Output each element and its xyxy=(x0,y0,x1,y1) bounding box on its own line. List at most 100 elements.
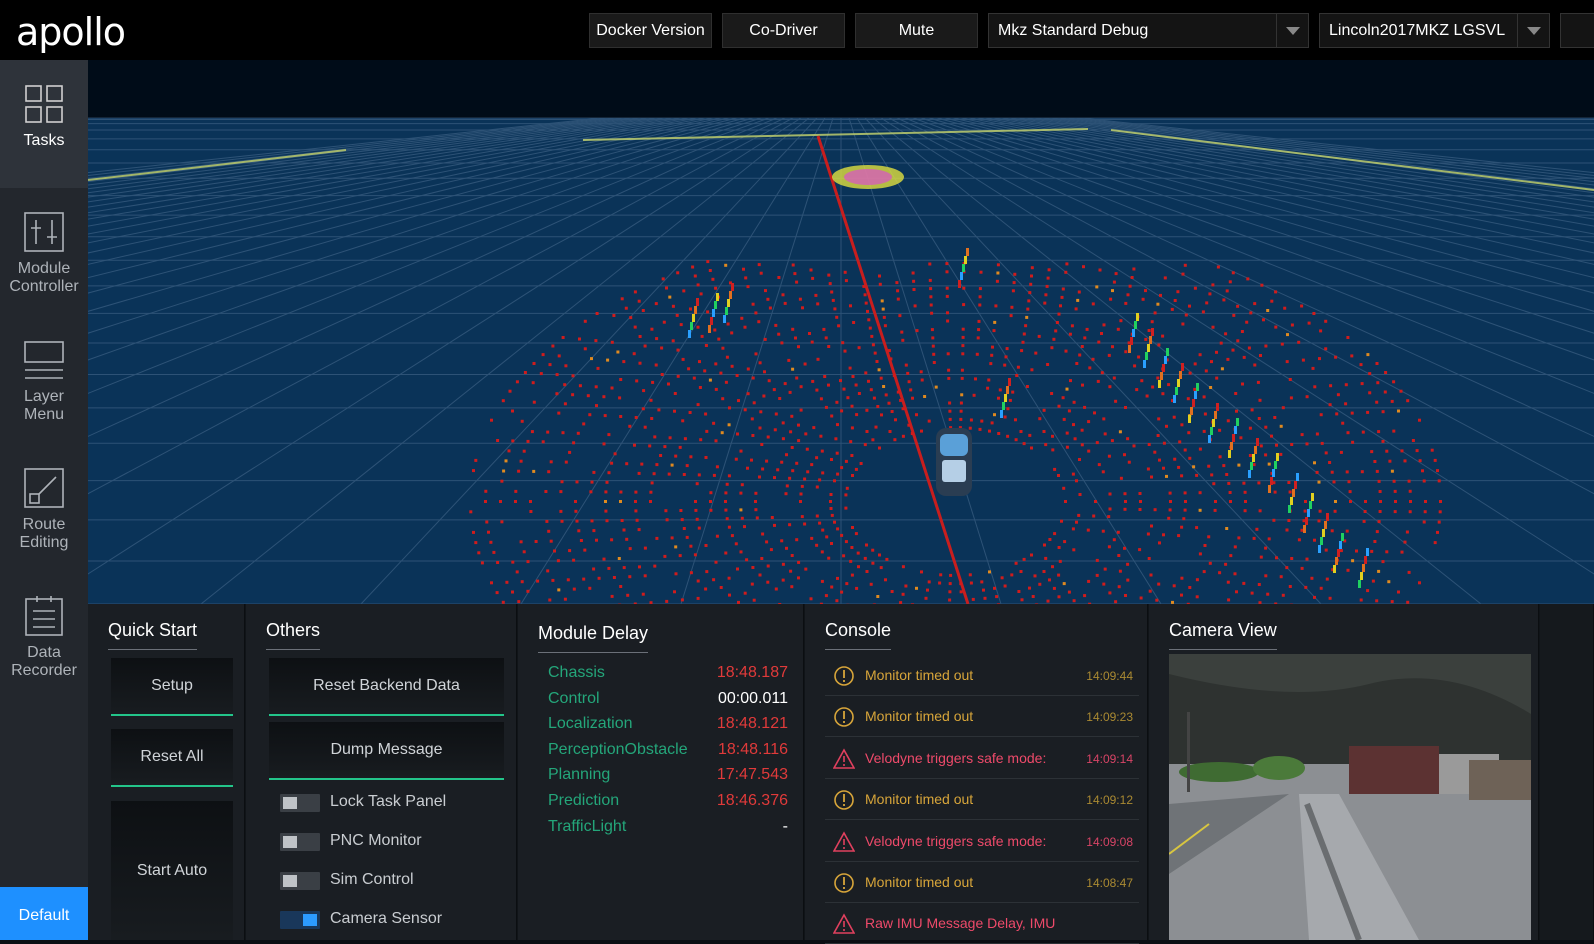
route-icon xyxy=(22,466,66,510)
console-message: Monitor timed out14:08:47 xyxy=(825,862,1139,903)
ego-vehicle xyxy=(936,428,972,496)
console-message-time: 14:09:08 xyxy=(1086,835,1133,849)
apollo-logo: apollo xyxy=(16,10,125,54)
map-select[interactable] xyxy=(1560,13,1594,48)
lock-task-panel-label: Lock Task Panel xyxy=(330,793,446,811)
sidebar-item-label: Module xyxy=(18,260,70,278)
console-panel: Console Monitor timed out14:09:44Monitor… xyxy=(805,604,1148,940)
setup-button[interactable]: Setup xyxy=(111,658,233,716)
vehicle-select[interactable]: Lincoln2017MKZ LGSVL xyxy=(1319,13,1550,48)
module-name: Control xyxy=(548,690,600,708)
sidebar-item-label: Recorder xyxy=(11,662,77,680)
warning-circle-icon xyxy=(833,706,855,728)
sidebar-item-tasks[interactable]: Tasks xyxy=(0,60,88,188)
module-delay-panel: Module Delay Chassis 18:48.187 Control 00:0… xyxy=(518,604,804,940)
tasks-panel: Quick Start Setup Reset All Start Auto O… xyxy=(88,604,1594,940)
camera-view-title: Camera View xyxy=(1169,620,1277,650)
console-message-text: Raw IMU Message Delay, IMU xyxy=(865,915,1055,931)
chevron-down-icon[interactable] xyxy=(1517,14,1549,47)
mute-button[interactable]: Mute xyxy=(855,13,978,48)
sidebar-item-label: Layer xyxy=(24,388,64,406)
console-message-text: Velodyne triggers safe mode: xyxy=(865,750,1046,766)
module-name: Localization xyxy=(548,715,633,733)
pnc-monitor-toggle[interactable] xyxy=(280,833,320,851)
console-message-time: 14:09:44 xyxy=(1086,669,1133,683)
module-delay-value: 18:46.376 xyxy=(717,792,788,810)
others-title: Others xyxy=(266,620,320,650)
console-message-time: 14:09:23 xyxy=(1086,710,1133,724)
sim-control-toggle[interactable] xyxy=(280,872,320,890)
warning-circle-icon xyxy=(833,789,855,811)
console-message: Monitor timed out 14:09:23 xyxy=(825,696,1139,737)
console-message: Monitor timed out 14:09:12 xyxy=(825,779,1139,820)
sim-control-label: Sim Control xyxy=(330,871,414,889)
console-message-text: Velodyne triggers safe mode: xyxy=(865,833,1046,849)
reset-all-button[interactable]: Reset All xyxy=(111,729,233,787)
console-title: Console xyxy=(825,620,891,650)
error-triangle-icon xyxy=(833,913,855,935)
module-name: PerceptionObstacle xyxy=(548,741,688,759)
sidebar: Tasks Module Controller Layer Menu Route… xyxy=(0,60,88,940)
quick-start-panel: Quick Start Setup Reset All Start Auto xyxy=(88,604,245,940)
console-message: Velodyne triggers safe mode: 14:09:14 xyxy=(825,738,1139,779)
docker-version-button[interactable]: Docker Version xyxy=(589,13,712,48)
lock-task-panel-toggle[interactable] xyxy=(280,794,320,812)
start-auto-button[interactable]: Start Auto xyxy=(111,801,233,940)
warning-circle-icon xyxy=(833,872,855,894)
console-message: Monitor timed out 14:09:44 xyxy=(825,655,1139,696)
module-name: Chassis xyxy=(548,664,605,682)
module-delay-value: - xyxy=(783,818,788,836)
grid-icon xyxy=(22,82,66,126)
layers-icon xyxy=(22,338,66,382)
quick-start-title: Quick Start xyxy=(108,620,197,650)
module-delay-title: Module Delay xyxy=(538,623,648,653)
sidebar-item-module-controller[interactable]: Module Controller xyxy=(0,188,88,316)
error-triangle-icon xyxy=(833,748,855,770)
camera-view-panel: Camera View xyxy=(1149,604,1539,940)
pnc-monitor-label: PNC Monitor xyxy=(330,832,422,850)
console-message-time: 14:09:12 xyxy=(1086,793,1133,807)
mode-select[interactable]: Mkz Standard Debug xyxy=(988,13,1309,48)
sliders-icon xyxy=(22,210,66,254)
console-message-time: 14:08:47 xyxy=(1086,876,1133,890)
camera-sensor-toggle[interactable] xyxy=(280,911,320,929)
chevron-down-icon[interactable] xyxy=(1276,14,1308,47)
default-button[interactable]: Default xyxy=(0,887,88,940)
module-name: TrafficLight xyxy=(548,818,626,836)
mode-select-value: Mkz Standard Debug xyxy=(998,22,1148,40)
console-message-time: 14:09:14 xyxy=(1086,752,1133,766)
sidebar-item-route-editing[interactable]: Route Editing xyxy=(0,444,88,572)
others-panel: Others Reset Backend Data Dump Message L… xyxy=(246,604,517,940)
point-cloud-canvas[interactable] xyxy=(88,60,1594,604)
camera-sensor-label: Camera Sensor xyxy=(330,910,442,928)
scene-view[interactable] xyxy=(88,60,1594,604)
sidebar-item-layer-menu[interactable]: Layer Menu xyxy=(0,316,88,444)
console-message: Raw IMU Message Delay, IMU xyxy=(825,903,1139,944)
vehicle-select-value: Lincoln2017MKZ LGSVL xyxy=(1329,22,1505,40)
module-delay-value: 18:48.116 xyxy=(718,741,788,759)
reset-backend-data-button[interactable]: Reset Backend Data xyxy=(269,658,504,716)
module-delay-value: 00:00.011 xyxy=(718,690,788,708)
sidebar-item-data-recorder[interactable]: Data Recorder xyxy=(0,572,88,700)
console-message-text: Monitor timed out xyxy=(865,791,973,807)
console-message-text: Monitor timed out xyxy=(865,708,973,724)
dump-message-button[interactable]: Dump Message xyxy=(269,722,504,780)
module-name: Planning xyxy=(548,766,610,784)
sidebar-item-label: Route xyxy=(23,516,66,534)
module-delay-value: 18:48.187 xyxy=(717,664,788,682)
sidebar-item-label: Tasks xyxy=(24,132,65,150)
module-delay-value: 17:47.543 xyxy=(717,766,788,784)
camera-image xyxy=(1169,654,1531,940)
document-icon xyxy=(22,594,66,638)
console-message: Velodyne triggers safe mode: 14:09:08 xyxy=(825,821,1139,862)
sidebar-item-label: Editing xyxy=(20,534,69,552)
error-triangle-icon xyxy=(833,831,855,853)
module-name: Prediction xyxy=(548,792,619,810)
sidebar-item-label: Menu xyxy=(24,406,64,424)
sidebar-item-label: Data xyxy=(27,644,61,662)
console-message-text: Monitor timed out xyxy=(865,667,973,683)
warning-circle-icon xyxy=(833,665,855,687)
co-driver-button[interactable]: Co-Driver xyxy=(722,13,845,48)
top-bar: apollo Docker Version Co-Driver Mute Mkz… xyxy=(0,0,1594,60)
sidebar-item-label: Controller xyxy=(9,278,78,296)
